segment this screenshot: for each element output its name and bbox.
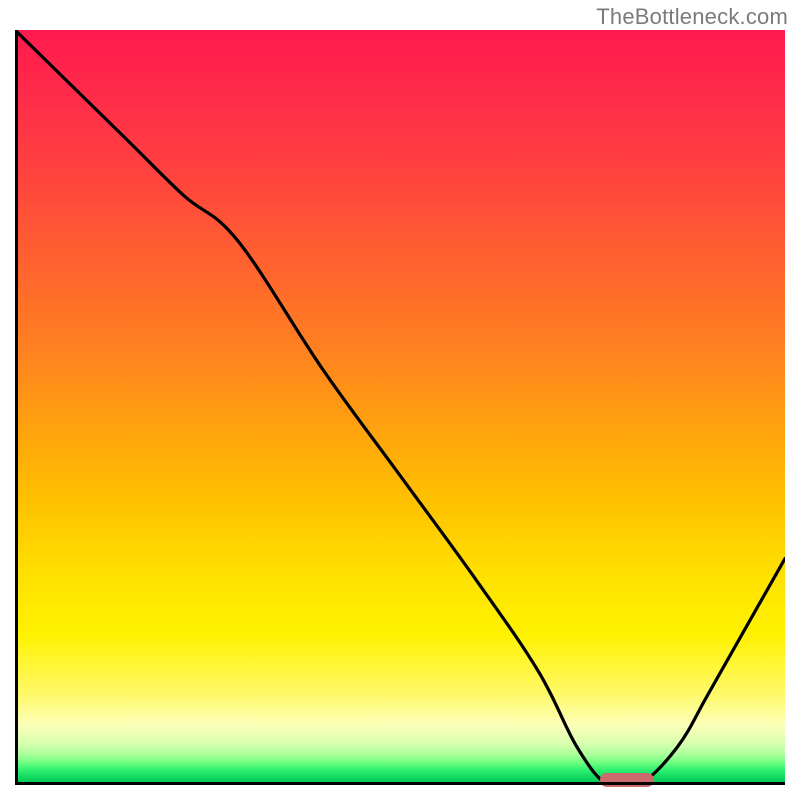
watermark-text: TheBottleneck.com — [596, 4, 788, 30]
y-axis-line — [15, 30, 18, 785]
x-axis-line — [15, 782, 785, 785]
bottleneck-chart: TheBottleneck.com — [0, 0, 800, 800]
gradient-background — [15, 30, 785, 785]
